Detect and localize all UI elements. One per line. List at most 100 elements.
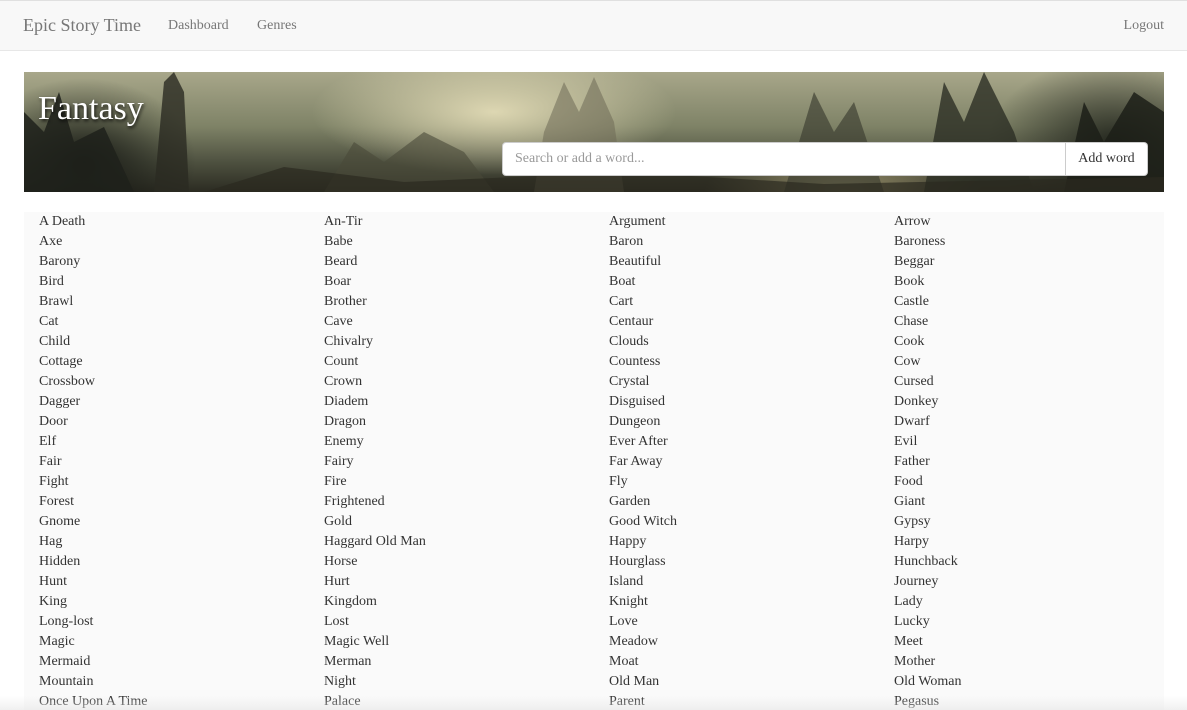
word-item[interactable]: Once Upon A Time <box>39 692 324 710</box>
word-item[interactable]: Love <box>609 612 894 632</box>
word-item[interactable]: Moat <box>609 652 894 672</box>
word-item[interactable]: Harpy <box>894 532 1164 552</box>
word-search-input[interactable] <box>502 142 1066 176</box>
word-item[interactable]: Chivalry <box>324 332 609 352</box>
add-word-button[interactable]: Add word <box>1066 142 1148 176</box>
word-item[interactable]: Brawl <box>39 292 324 312</box>
word-item[interactable]: Hag <box>39 532 324 552</box>
word-item[interactable]: Garden <box>609 492 894 512</box>
word-item[interactable]: A Death <box>39 212 324 232</box>
brand-link[interactable]: Epic Story Time <box>23 15 141 36</box>
word-item[interactable]: Gypsy <box>894 512 1164 532</box>
word-item[interactable]: Island <box>609 572 894 592</box>
word-item[interactable]: Bird <box>39 272 324 292</box>
word-item[interactable]: Giant <box>894 492 1164 512</box>
word-item[interactable]: Babe <box>324 232 609 252</box>
word-item[interactable]: Night <box>324 672 609 692</box>
word-item[interactable]: Boar <box>324 272 609 292</box>
word-item[interactable]: Boat <box>609 272 894 292</box>
word-item[interactable]: Baron <box>609 232 894 252</box>
word-item[interactable]: Brother <box>324 292 609 312</box>
word-item[interactable]: Fairy <box>324 452 609 472</box>
word-item[interactable]: King <box>39 592 324 612</box>
word-item[interactable]: Dwarf <box>894 412 1164 432</box>
word-item[interactable]: Donkey <box>894 392 1164 412</box>
word-item[interactable]: Mother <box>894 652 1164 672</box>
word-item[interactable]: Magic <box>39 632 324 652</box>
word-item[interactable]: Cat <box>39 312 324 332</box>
word-item[interactable]: Castle <box>894 292 1164 312</box>
word-item[interactable]: Food <box>894 472 1164 492</box>
word-item[interactable]: Hurt <box>324 572 609 592</box>
word-item[interactable]: An-Tir <box>324 212 609 232</box>
word-item[interactable]: Crossbow <box>39 372 324 392</box>
word-item[interactable]: Hourglass <box>609 552 894 572</box>
word-item[interactable]: Forest <box>39 492 324 512</box>
word-item[interactable]: Dagger <box>39 392 324 412</box>
word-item[interactable]: Crown <box>324 372 609 392</box>
word-item[interactable]: Cottage <box>39 352 324 372</box>
word-item[interactable]: Fly <box>609 472 894 492</box>
word-item[interactable]: Journey <box>894 572 1164 592</box>
word-item[interactable]: Crystal <box>609 372 894 392</box>
word-item[interactable]: Dragon <box>324 412 609 432</box>
word-item[interactable]: Good Witch <box>609 512 894 532</box>
word-item[interactable]: Book <box>894 272 1164 292</box>
word-item[interactable]: Axe <box>39 232 324 252</box>
word-item[interactable]: Disguised <box>609 392 894 412</box>
nav-link-genres[interactable]: Genres <box>257 18 297 34</box>
word-item[interactable]: Cave <box>324 312 609 332</box>
word-item[interactable]: Meadow <box>609 632 894 652</box>
word-item[interactable]: Count <box>324 352 609 372</box>
word-item[interactable]: Hunt <box>39 572 324 592</box>
word-item[interactable]: Gold <box>324 512 609 532</box>
word-item[interactable]: Beggar <box>894 252 1164 272</box>
word-item[interactable]: Far Away <box>609 452 894 472</box>
word-item[interactable]: Cursed <box>894 372 1164 392</box>
word-item[interactable]: Lady <box>894 592 1164 612</box>
word-item[interactable]: Argument <box>609 212 894 232</box>
word-item[interactable]: Palace <box>324 692 609 710</box>
nav-link-dashboard[interactable]: Dashboard <box>168 18 229 34</box>
word-item[interactable]: Beautiful <box>609 252 894 272</box>
word-item[interactable]: Cow <box>894 352 1164 372</box>
word-item[interactable]: Lucky <box>894 612 1164 632</box>
word-item[interactable]: Barony <box>39 252 324 272</box>
word-item[interactable]: Lost <box>324 612 609 632</box>
word-item[interactable]: Hunchback <box>894 552 1164 572</box>
word-item[interactable]: Frightened <box>324 492 609 512</box>
word-item[interactable]: Dungeon <box>609 412 894 432</box>
word-item[interactable]: Knight <box>609 592 894 612</box>
word-item[interactable]: Mermaid <box>39 652 324 672</box>
word-item[interactable]: Magic Well <box>324 632 609 652</box>
word-item[interactable]: Hidden <box>39 552 324 572</box>
word-item[interactable]: Fair <box>39 452 324 472</box>
word-item[interactable]: Countess <box>609 352 894 372</box>
word-item[interactable]: Cook <box>894 332 1164 352</box>
word-item[interactable]: Gnome <box>39 512 324 532</box>
word-item[interactable]: Child <box>39 332 324 352</box>
word-item[interactable]: Haggard Old Man <box>324 532 609 552</box>
word-item[interactable]: Cart <box>609 292 894 312</box>
word-item[interactable]: Ever After <box>609 432 894 452</box>
word-item[interactable]: Clouds <box>609 332 894 352</box>
logout-link[interactable]: Logout <box>1124 18 1164 34</box>
word-item[interactable]: Old Woman <box>894 672 1164 692</box>
word-item[interactable]: Old Man <box>609 672 894 692</box>
word-item[interactable]: Diadem <box>324 392 609 412</box>
word-item[interactable]: Enemy <box>324 432 609 452</box>
word-item[interactable]: Door <box>39 412 324 432</box>
word-item[interactable]: Arrow <box>894 212 1164 232</box>
word-item[interactable]: Beard <box>324 252 609 272</box>
word-item[interactable]: Centaur <box>609 312 894 332</box>
word-item[interactable]: Happy <box>609 532 894 552</box>
word-item[interactable]: Father <box>894 452 1164 472</box>
word-item[interactable]: Fight <box>39 472 324 492</box>
word-item[interactable]: Pegasus <box>894 692 1164 710</box>
word-item[interactable]: Meet <box>894 632 1164 652</box>
word-item[interactable]: Evil <box>894 432 1164 452</box>
word-item[interactable]: Baroness <box>894 232 1164 252</box>
word-item[interactable]: Kingdom <box>324 592 609 612</box>
word-item[interactable]: Elf <box>39 432 324 452</box>
word-item[interactable]: Chase <box>894 312 1164 332</box>
